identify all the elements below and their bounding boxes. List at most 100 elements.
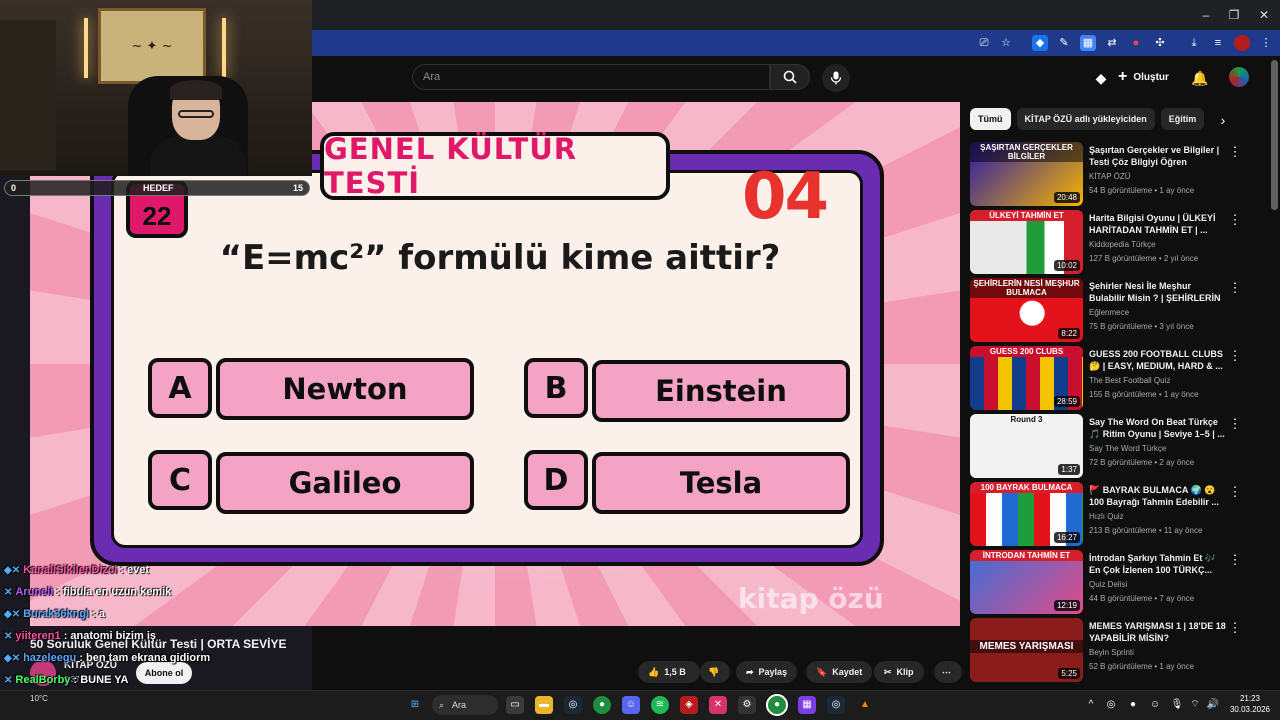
x-app-icon[interactable]: ✕ — [709, 696, 727, 714]
task-view-icon[interactable]: ▭ — [506, 696, 524, 714]
video-title[interactable]: MEMES YARIŞMASI 1 | 18'DE 18 YAPABİLİR M… — [1089, 620, 1227, 646]
folder-icon[interactable]: ▬ — [535, 696, 553, 714]
chrome-active-icon[interactable]: ● — [766, 694, 788, 716]
chat-username[interactable]: yiiteren1 — [15, 630, 60, 642]
chip-education[interactable]: Eğitim — [1160, 108, 1205, 130]
star-icon[interactable]: ☆ — [998, 35, 1014, 51]
search-input[interactable]: Ara — [412, 64, 770, 90]
more-options-icon[interactable]: ⋮ — [1228, 212, 1242, 228]
more-options-icon[interactable]: ⋮ — [1228, 348, 1242, 364]
option-c-letter: C — [148, 450, 212, 510]
discord-icon[interactable]: ☺ — [622, 696, 640, 714]
chat-username[interactable]: hazeleegu — [23, 652, 76, 664]
more-actions-button[interactable]: ⋯ — [934, 661, 962, 683]
video-thumbnail[interactable]: ŞEHİRLERİN NESİ MEŞHUR BULMACA 8:22 — [970, 278, 1083, 342]
close-icon[interactable]: ✕ — [1256, 7, 1272, 23]
list-icon[interactable]: ≡ — [1210, 35, 1226, 51]
video-title[interactable]: Say The Word On Beat Türkçe 🎵 Ritim Oyun… — [1089, 416, 1227, 442]
bell-icon[interactable]: 🔔 — [1190, 68, 1210, 88]
taskbar-search[interactable]: ⌕ Ara — [432, 695, 498, 715]
voice-search-button[interactable] — [822, 64, 850, 92]
search-button[interactable] — [770, 64, 810, 90]
tray-steam-icon[interactable]: ◎ — [1102, 696, 1120, 714]
tray-discord-icon[interactable]: ☺ — [1146, 696, 1164, 714]
list-item[interactable]: ŞAŞIRTAN GERÇEKLER BİLGİLER 20:48 Şaşırta… — [970, 142, 1270, 206]
shield-icon[interactable]: ◆ — [1032, 35, 1048, 51]
tray-chrome-icon[interactable]: ● — [1124, 696, 1142, 714]
weather-widget[interactable]: 10°C — [30, 694, 48, 703]
video-title[interactable]: Şaşırtan Gerçekler ve Bilgiler | Testi Ç… — [1089, 144, 1227, 170]
filter-chips: Tümü KİTAP ÖZÜ adlı yükleyiciden Eğitim — [970, 108, 1205, 132]
download-icon[interactable]: ⤓ — [1186, 35, 1202, 51]
more-options-icon[interactable]: ⋮ — [1228, 620, 1242, 636]
translate-icon[interactable]: ⇄ — [1104, 35, 1120, 51]
list-item[interactable]: ÜLKEYİ TAHMİN ET 10:02 Harita Bilgisi Oyu… — [970, 210, 1270, 274]
clip-button[interactable]: ✂ Klip — [874, 661, 924, 683]
more-options-icon[interactable]: ⋮ — [1228, 484, 1242, 500]
list-item[interactable]: GUESS 200 CLUBS 28:59 GUESS 200 FOOTBALL … — [970, 346, 1270, 410]
grid-app-icon[interactable]: ▦ — [798, 696, 816, 714]
chip-uploader[interactable]: KİTAP ÖZÜ adlı yükleyiciden — [1016, 108, 1155, 130]
video-thumbnail[interactable]: ŞAŞIRTAN GERÇEKLER BİLGİLER 20:48 — [970, 142, 1083, 206]
calendar-icon[interactable]: ▦ — [1080, 35, 1096, 51]
menu-icon[interactable]: ⋮ — [1258, 35, 1274, 51]
tray-mic-icon[interactable]: 🎙 — [1168, 696, 1186, 714]
video-title[interactable]: İntrodan Şarkıyı Tahmin Et 🎶 En Çok İzle… — [1089, 552, 1227, 578]
chat-username[interactable]: Aruneli — [15, 586, 53, 598]
vlc-icon[interactable]: ▲ — [856, 696, 874, 714]
chevron-up-icon[interactable]: ^ — [1082, 696, 1100, 714]
video-title[interactable]: GUESS 200 FOOTBALL CLUBS 🤔 | EASY, MEDIU… — [1089, 348, 1227, 374]
video-thumbnail[interactable]: ÜLKEYİ TAHMİN ET 10:02 — [970, 210, 1083, 274]
more-options-icon[interactable]: ⋮ — [1228, 144, 1242, 160]
steam-icon[interactable]: ◎ — [564, 696, 582, 714]
avatar[interactable] — [1229, 67, 1249, 87]
chat-username[interactable]: Burak36kngl — [23, 608, 89, 620]
video-thumbnail[interactable]: İNTRODAN TAHMİN ET 12:19 — [970, 550, 1083, 614]
taskbar-clock[interactable]: 21:23 30.03.2026 — [1222, 693, 1278, 715]
chrome-icon[interactable]: ● — [593, 696, 611, 714]
record-icon[interactable]: ● — [1128, 35, 1144, 51]
list-item[interactable]: 100 BAYRAK BULMACA 16:27 🚩 BAYRAK BULMACA… — [970, 482, 1270, 546]
restore-icon[interactable]: ❐ — [1226, 7, 1242, 23]
video-title[interactable]: 🚩 BAYRAK BULMACA 🌍 😮 100 Bayrağı Tahmin … — [1089, 484, 1227, 510]
start-icon[interactable]: ⊞ — [406, 696, 424, 714]
more-options-icon[interactable]: ⋮ — [1228, 552, 1242, 568]
chat-username[interactable]: RealBorby — [15, 674, 70, 686]
list-item[interactable]: MEMES YARIŞMASI 5:25 MEMES YARIŞMASI 1 | … — [970, 618, 1270, 682]
list-item[interactable]: Round 3 1:37 Say The Word On Beat Türkçe … — [970, 414, 1270, 478]
like-button[interactable]: 👍 1,5 B — [638, 661, 700, 683]
profile-icon[interactable] — [1234, 35, 1250, 51]
spotify-icon[interactable]: ≋ — [651, 696, 669, 714]
option-d-letter: D — [524, 450, 588, 510]
duration-badge: 20:48 — [1053, 192, 1080, 203]
chip-all[interactable]: Tümü — [970, 108, 1011, 130]
scrollbar[interactable] — [1271, 60, 1278, 210]
save-button[interactable]: 🔖 Kaydet — [806, 661, 873, 683]
video-thumbnail[interactable]: Round 3 1:37 — [970, 414, 1083, 478]
video-title[interactable]: Harita Bilgisi Oyunu | ÜLKEYİ HARİTADAN … — [1089, 212, 1227, 238]
video-thumbnail[interactable]: GUESS 200 CLUBS 28:59 — [970, 346, 1083, 410]
settings-app-icon[interactable]: ⚙ — [738, 696, 756, 714]
video-thumbnail[interactable]: 100 BAYRAK BULMACA 16:27 — [970, 482, 1083, 546]
cast-to-tv-icon[interactable]: ◆ — [1091, 68, 1111, 88]
steam-app-icon[interactable]: ◎ — [827, 696, 845, 714]
volume-icon[interactable]: 🔊 — [1204, 696, 1222, 714]
cast-icon[interactable]: ⎚ — [976, 35, 992, 51]
chat-username[interactable]: KanaliSikilenDizci — [23, 564, 117, 576]
list-item[interactable]: İNTRODAN TAHMİN ET 12:19 İntrodan Şarkıyı… — [970, 550, 1270, 614]
share-button[interactable]: ➦ Paylaş — [736, 661, 798, 683]
network-icon[interactable]: ⌔ — [1186, 696, 1204, 714]
shield-app-icon[interactable]: ◈ — [680, 696, 698, 714]
video-thumbnail[interactable]: MEMES YARIŞMASI 5:25 — [970, 618, 1083, 682]
pen-icon[interactable]: ✎ — [1056, 35, 1072, 51]
option-c-text: Galileo — [216, 452, 474, 514]
puzzle-icon[interactable]: ✣ — [1152, 35, 1168, 51]
list-item[interactable]: ŞEHİRLERİN NESİ MEŞHUR BULMACA 8:22 Şehir… — [970, 278, 1270, 342]
more-options-icon[interactable]: ⋮ — [1228, 280, 1242, 296]
minimize-icon[interactable]: – — [1198, 7, 1214, 23]
dislike-button[interactable]: 👎 — [700, 661, 730, 683]
video-title[interactable]: Şehirler Nesi İle Meşhur Bulabilir Misin… — [1089, 280, 1227, 306]
more-options-icon[interactable]: ⋮ — [1228, 416, 1242, 432]
create-button[interactable]: + Oluştur — [1118, 66, 1169, 88]
chevron-right-icon[interactable]: › — [1214, 110, 1232, 130]
